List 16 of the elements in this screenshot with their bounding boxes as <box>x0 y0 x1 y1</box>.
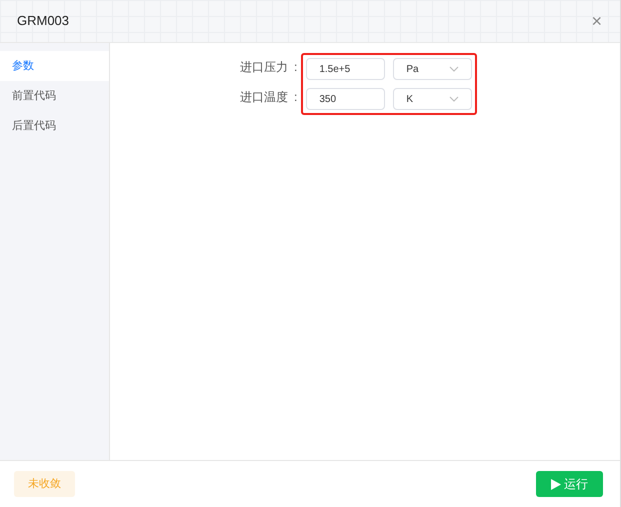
sidebar-item[interactable]: 参数 <box>0 51 109 81</box>
chevron-down-icon <box>449 96 460 102</box>
input-field[interactable]: 350 <box>306 88 386 110</box>
input-field[interactable]: 1.5e+5 <box>306 58 386 80</box>
chevron-down-icon <box>449 66 460 72</box>
dialog-title: GRM003 <box>17 12 70 30</box>
play-icon <box>551 478 561 490</box>
field-label: 进口压力 <box>240 59 288 76</box>
field-label: 进口温度 <box>240 89 288 106</box>
sidebar-item[interactable]: 后置代码 <box>0 111 109 141</box>
unit-select[interactable]: Pa <box>393 58 472 80</box>
label-separator: : <box>294 89 298 106</box>
sidebar-item[interactable]: 前置代码 <box>0 81 109 111</box>
unit-select[interactable]: K <box>393 88 472 110</box>
status-badge: 未收敛 <box>14 470 75 498</box>
label-separator: : <box>294 59 298 76</box>
